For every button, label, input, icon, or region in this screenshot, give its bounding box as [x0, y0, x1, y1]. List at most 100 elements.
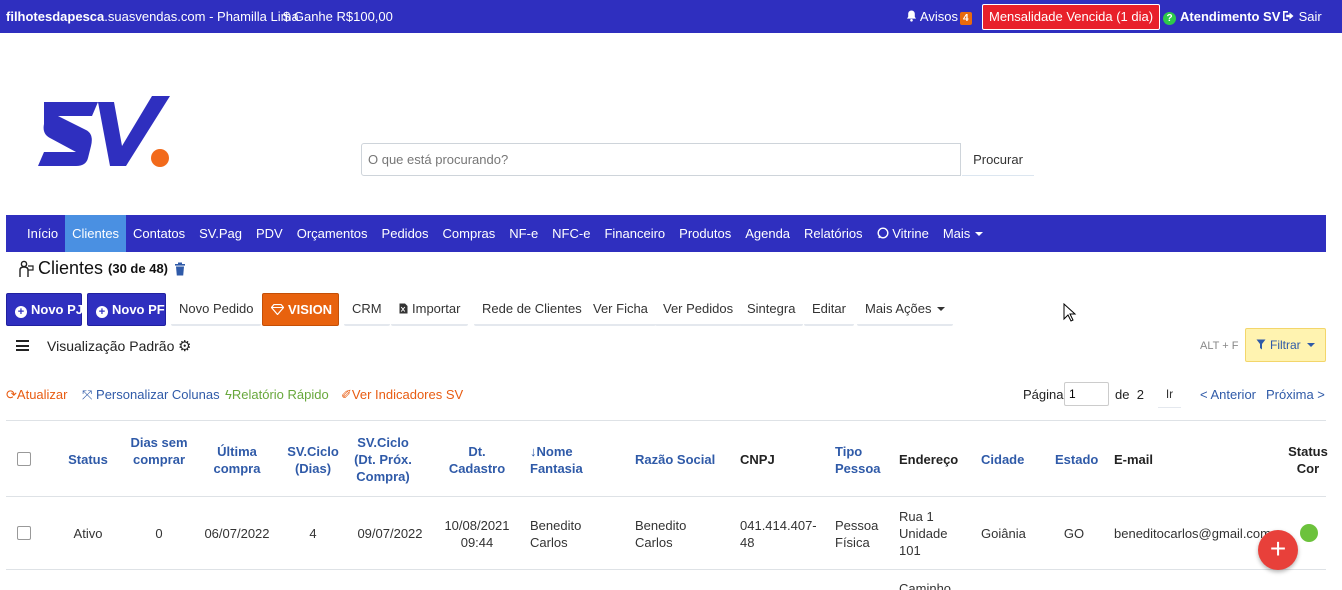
new-pf-label: Novo PF	[112, 302, 165, 317]
nav-relatorios[interactable]: Relatórios	[797, 215, 870, 252]
edit-button[interactable]: Editar	[804, 293, 854, 326]
next-page-link[interactable]: Próxima >	[1266, 387, 1325, 402]
cell-status: Ativo	[73, 526, 103, 541]
excel-file-icon	[399, 303, 408, 314]
header-city[interactable]: Cidade	[981, 451, 1041, 468]
indicators-link[interactable]: ✐Ver Indicadores SV	[341, 387, 463, 403]
search-input[interactable]	[361, 143, 961, 176]
nav-agenda[interactable]: Agenda	[738, 215, 797, 252]
nav-compras[interactable]: Compras	[436, 215, 503, 252]
referral-link[interactable]: $ Ganhe R$100,00	[283, 9, 393, 24]
previous-page-link[interactable]: < Anterior	[1200, 387, 1256, 402]
notifications-count-badge: 4	[959, 12, 972, 25]
view-record-button[interactable]: Ver Ficha	[585, 293, 656, 326]
header-email: E-mail	[1114, 452, 1154, 467]
more-actions-button[interactable]: Mais Ações	[857, 293, 954, 326]
nav-produtos[interactable]: Produtos	[672, 215, 738, 252]
header-trade-name[interactable]: ↓Nome Fantasia	[530, 443, 610, 477]
overdue-subscription-button[interactable]: Mensalidade Vencida (1 dia)	[982, 4, 1161, 30]
header-state[interactable]: Estado	[1055, 451, 1105, 468]
cell-state: GO	[1063, 526, 1085, 541]
view-orders-button[interactable]: Ver Pedidos	[655, 293, 742, 326]
nav-orcamentos[interactable]: Orçamentos	[290, 215, 375, 252]
site-separator: -	[209, 9, 214, 24]
cell-last-purchase: 06/07/2022	[204, 526, 270, 541]
add-fab-button[interactable]: +	[1258, 530, 1298, 570]
whatsapp-icon	[877, 227, 889, 239]
customize-columns-link[interactable]: ⤧ Personalizar Colunas	[82, 387, 220, 403]
client-network-button[interactable]: Rede de Clientes	[474, 293, 590, 326]
support-label: Atendimento SV	[1180, 9, 1281, 24]
nav-contatos[interactable]: Contatos	[126, 215, 192, 252]
sv-logo[interactable]	[36, 92, 176, 172]
trash-icon[interactable]	[174, 262, 186, 276]
cell-cnpj: 041.414.407-48	[740, 518, 817, 550]
go-page-button[interactable]: Ir	[1158, 381, 1181, 408]
logout-link[interactable]: Sair	[1282, 9, 1322, 24]
refresh-link[interactable]: ⟳Atualizar	[6, 387, 67, 403]
nav-financeiro[interactable]: Financeiro	[597, 215, 672, 252]
dollar-icon: $	[283, 9, 291, 24]
clients-icon	[19, 260, 34, 277]
table-header-border	[6, 496, 1326, 497]
gear-icon[interactable]: ⚙	[178, 337, 191, 355]
quick-report-link[interactable]: ϟRelatório Rápido	[225, 387, 329, 402]
site-info: filhotesdapesca.suasvendas.com - Phamill…	[6, 9, 299, 24]
header-last-purchase[interactable]: Última compra	[202, 443, 272, 477]
header-person-type[interactable]: Tipo Pessoa	[835, 443, 885, 477]
vision-label: VISION	[288, 302, 333, 317]
sintegra-button[interactable]: Sintegra	[739, 293, 804, 326]
main-nav: Início Clientes Contatos SV.Pag PDV Orça…	[6, 215, 1326, 252]
nav-clientes[interactable]: Clientes	[65, 215, 127, 252]
header-company-name[interactable]: Razão Social	[635, 451, 725, 468]
nav-nfce[interactable]: NFC-e	[545, 215, 597, 252]
indicators-label: Ver Indicadores SV	[351, 387, 464, 402]
nav-pdv[interactable]: PDV	[249, 215, 290, 252]
plus-circle-icon: +	[15, 306, 27, 318]
select-all-checkbox[interactable]	[17, 452, 31, 466]
page-total-value: 2	[1136, 387, 1144, 402]
import-button[interactable]: Importar	[391, 293, 469, 326]
logout-icon	[1283, 11, 1294, 21]
view-name[interactable]: Visualização Padrão	[47, 338, 174, 354]
cell-company-name: Benedito Carlos	[635, 518, 687, 550]
header-status-color: Status Cor	[1288, 444, 1328, 476]
nav-vitrine[interactable]: Vitrine	[870, 215, 936, 252]
new-pf-button[interactable]: + Novo PF	[87, 293, 166, 326]
top-bar: filhotesdapesca.suasvendas.com - Phamill…	[0, 0, 1342, 33]
new-order-button[interactable]: Novo Pedido	[171, 293, 262, 326]
header-cycle-days[interactable]: SV.Ciclo (Dias)	[283, 443, 343, 477]
header-days-without-purchase[interactable]: Dias sem comprar	[128, 434, 190, 468]
expand-icon: ⤧	[82, 387, 93, 402]
search-button[interactable]: Procurar	[962, 143, 1034, 176]
cell-cycle-days: 4	[309, 526, 317, 541]
nav-svpag[interactable]: SV.Pag	[192, 215, 249, 252]
nav-inicio[interactable]: Início	[20, 215, 65, 252]
chevron-down-icon	[975, 232, 984, 236]
row-checkbox[interactable]	[17, 526, 31, 540]
nav-pedidos[interactable]: Pedidos	[375, 215, 436, 252]
cell-person-type: Pessoa Física	[835, 518, 879, 550]
status-color-dot	[1300, 524, 1318, 542]
crm-button[interactable]: CRM	[344, 293, 390, 326]
menu-icon[interactable]	[16, 340, 29, 351]
filter-icon	[1256, 339, 1266, 350]
header-registration-date[interactable]: Dt. Cadastro	[441, 443, 513, 477]
cell-registration-date: 10/08/2021 09:44	[444, 518, 510, 550]
header-status[interactable]: Status	[58, 451, 118, 468]
page-number-input[interactable]	[1064, 382, 1109, 406]
nav-mais[interactable]: Mais	[936, 215, 990, 252]
import-label: Importar	[412, 301, 461, 316]
support-link[interactable]: ? Atendimento SV	[1163, 9, 1280, 25]
next-row-address-partial: Caminho	[899, 581, 952, 590]
page-of-label: de	[1115, 387, 1130, 402]
table-top-border	[6, 420, 1326, 421]
vision-button[interactable]: VISION	[262, 293, 339, 326]
nav-nfe[interactable]: NF-e	[502, 215, 545, 252]
cell-days: 0	[155, 526, 163, 541]
new-pj-button[interactable]: + Novo PJ	[6, 293, 83, 326]
referral-label: Ganhe R$100,00	[293, 9, 393, 24]
notifications-link[interactable]: Avisos 4	[906, 9, 972, 25]
filter-button[interactable]: Filtrar	[1245, 328, 1326, 362]
header-cycle-next-date[interactable]: SV.Ciclo (Dt. Próx. Compra)	[350, 434, 416, 485]
